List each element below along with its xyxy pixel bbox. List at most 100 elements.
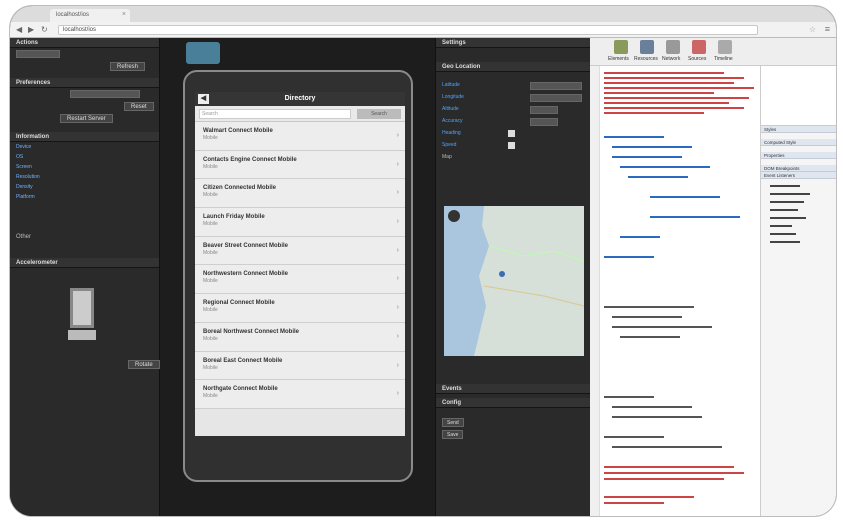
item-title: Northwestern Connect Mobile (203, 271, 289, 278)
tab-bar: localhost/ios × (10, 6, 836, 22)
styles-header[interactable]: Styles (761, 126, 836, 133)
devtools-toolbar: Elements Resources Network Sources Timel… (590, 38, 836, 66)
device-orientation-graphic[interactable] (10, 268, 159, 358)
computed-style-header[interactable]: Computed Style (761, 139, 836, 146)
sources-tab[interactable]: Sources (688, 56, 706, 62)
emulator-app: Actions Refresh Preferences Reset Restar… (10, 38, 836, 516)
chevron-right-icon: › (396, 246, 399, 254)
phone-screen: ◀ Directory Search Search Walmart Connec… (195, 92, 405, 436)
pref-row-2: Reset (10, 100, 159, 112)
latitude-input[interactable] (530, 82, 582, 90)
list-item[interactable]: Launch Friday Mobile Mobile › (195, 208, 405, 237)
send-button[interactable]: Send (442, 418, 464, 427)
action-row-2: Refresh (10, 60, 159, 72)
reset-button[interactable]: Reset (124, 102, 154, 111)
section-header-accelerometer[interactable]: Accelerometer (10, 258, 159, 268)
info-line: Platform (16, 194, 35, 200)
longitude-input[interactable] (530, 94, 582, 102)
speed-toggle[interactable] (508, 142, 515, 149)
field-label: Longitude (442, 94, 464, 100)
chevron-right-icon: › (396, 132, 399, 139)
search-bar: Search Search (195, 106, 405, 122)
chevron-right-icon: › (396, 390, 399, 398)
browser-tab[interactable]: localhost/ios × (50, 9, 130, 22)
back-icon[interactable]: ◀ (16, 25, 22, 34)
section-header-preferences[interactable]: Preferences (10, 78, 159, 88)
list-item[interactable]: Boreal East Connect Mobile Mobile › (195, 351, 405, 381)
item-subtitle: Mobile (203, 163, 218, 170)
list-item[interactable]: Northwestern Connect Mobile Mobile › (195, 265, 405, 295)
search-button[interactable]: Search (357, 109, 401, 119)
list-item[interactable]: Regional Connect Mobile Mobile › (195, 294, 405, 323)
field-label: Accuracy (442, 118, 463, 124)
item-title: Regional Connect Mobile (203, 300, 275, 307)
resources-tab[interactable]: Resources (634, 56, 658, 62)
code-lines-graphic (604, 72, 754, 504)
forward-icon[interactable]: ▶ (28, 25, 34, 34)
section-header-geo-location[interactable]: Geo Location (436, 62, 590, 72)
timeline-tab[interactable]: Timeline (714, 56, 733, 62)
event-listeners-header[interactable]: Event Listeners (761, 172, 836, 179)
bookmark-star-icon[interactable]: ☆ (809, 25, 816, 34)
device-canvas: ◀ Directory Search Search Walmart Connec… (160, 38, 435, 516)
devtools-panel: Elements Resources Network Sources Timel… (590, 38, 836, 516)
reload-icon[interactable]: ↻ (41, 25, 48, 34)
properties-header[interactable]: Properties (761, 152, 836, 159)
dom-breakpoints-header[interactable]: DOM Breakpoints (761, 165, 836, 172)
list-item[interactable]: Boreal Northwest Connect Mobile Mobile › (195, 322, 405, 352)
restart-server-button[interactable]: Restart Server (60, 114, 113, 123)
app-logo (186, 42, 220, 64)
menu-icon[interactable]: ≡ (825, 24, 830, 34)
geo-row: Heading (436, 128, 590, 140)
list-item[interactable]: Beaver Street Connect Mobile Mobile › (195, 236, 405, 266)
info-line: Device (16, 144, 32, 150)
url-input[interactable]: localhost/ios (58, 25, 758, 35)
refresh-button[interactable]: Refresh (110, 62, 146, 71)
section-header-information[interactable]: Information (10, 132, 159, 142)
list-item[interactable]: Northgate Connect Mobile Mobile › (195, 380, 405, 409)
rotate-button[interactable]: Rotate (128, 360, 160, 369)
map-label-row: Map (436, 152, 590, 164)
list-header: ◀ Directory (195, 92, 405, 106)
action-field[interactable] (16, 50, 60, 58)
resources-icon[interactable] (640, 40, 654, 54)
chevron-right-icon: › (396, 361, 399, 369)
style-rules-preview (761, 66, 836, 126)
network-tab[interactable]: Network (662, 56, 680, 62)
field-label: Speed (442, 142, 457, 148)
list-item[interactable]: Citizen Connected Mobile Mobile › (195, 179, 405, 209)
altitude-input[interactable] (530, 106, 558, 114)
events-row-2: Save (436, 428, 590, 440)
search-input[interactable]: Search (199, 109, 351, 119)
accuracy-input[interactable] (530, 118, 558, 126)
save-button[interactable]: Save (442, 430, 464, 439)
pref-row (10, 88, 159, 100)
back-icon[interactable]: ◀ (198, 94, 209, 104)
section-header-config[interactable]: Config (436, 398, 590, 408)
heading-toggle[interactable] (508, 130, 515, 137)
elements-icon[interactable] (614, 40, 628, 54)
section-header-actions[interactable]: Actions (10, 38, 159, 48)
close-icon[interactable]: × (122, 11, 126, 18)
map-graphic (444, 206, 584, 356)
list-item[interactable]: Walmart Connect Mobile Mobile › (195, 122, 405, 151)
info-line: Screen (16, 164, 32, 170)
tab-title: localhost/ios (56, 12, 90, 18)
field-label: Latitude (442, 82, 460, 88)
chevron-right-icon: › (396, 332, 399, 340)
source-code-view[interactable] (590, 66, 760, 516)
list-item[interactable]: Contacts Engine Connect Mobile Mobile › (195, 150, 405, 180)
elements-tab[interactable]: Elements (608, 56, 629, 62)
listener-tree (761, 179, 836, 265)
section-header-events[interactable]: Events (436, 384, 590, 394)
pref-field[interactable] (70, 90, 140, 98)
network-icon[interactable] (666, 40, 680, 54)
timeline-icon[interactable] (718, 40, 732, 54)
accel-row: Rotate (10, 358, 160, 370)
sources-icon[interactable] (692, 40, 706, 54)
location-map[interactable] (444, 206, 584, 356)
other-label: Other (16, 234, 32, 240)
device-shape (70, 288, 94, 328)
item-title: Launch Friday Mobile (203, 214, 265, 221)
section-header-settings[interactable]: Settings (436, 38, 590, 48)
